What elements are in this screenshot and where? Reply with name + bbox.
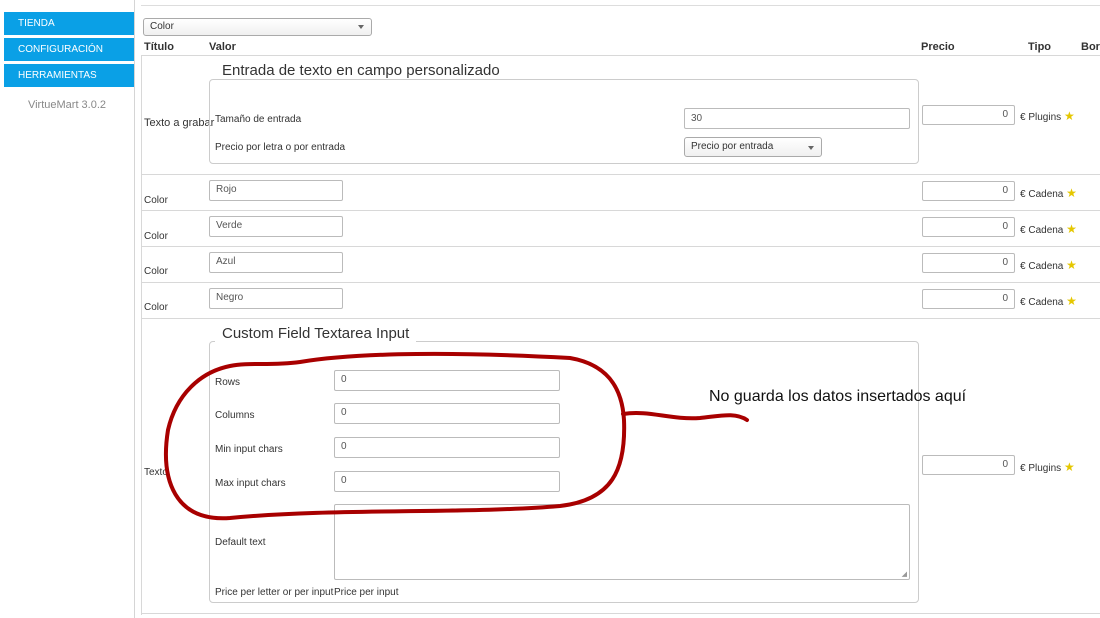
type-cell: € Cadena ★ <box>1020 258 1077 272</box>
price-input[interactable]: 0 <box>922 105 1015 125</box>
color-value-input[interactable]: Rojo <box>209 180 343 201</box>
header-valor: Valor <box>209 41 236 53</box>
color-value-input[interactable]: Negro <box>209 288 343 309</box>
custom-field-select-value: Color <box>150 21 174 32</box>
price-input[interactable]: 0 <box>922 455 1015 475</box>
color-value-input[interactable]: Azul <box>209 252 343 273</box>
chevron-down-icon <box>358 25 364 29</box>
sidebar-item-tienda[interactable]: TIENDA <box>4 12 134 35</box>
header-borrar: Borr <box>1081 41 1100 53</box>
resize-grip-icon[interactable]: ◢ <box>902 570 907 578</box>
chevron-down-icon <box>808 146 814 150</box>
currency-label: € <box>1020 261 1026 272</box>
min-chars-input[interactable]: 0 <box>334 437 560 458</box>
type-cell: € Plugins ★ <box>1020 109 1075 123</box>
currency-label: € <box>1020 112 1026 123</box>
min-chars-label: Min input chars <box>215 444 283 455</box>
price-mode-label: Price per letter or per input <box>215 587 334 598</box>
type-label: Plugins <box>1028 463 1062 474</box>
type-cell: € Cadena ★ <box>1020 222 1077 236</box>
max-chars-label: Max input chars <box>215 478 286 489</box>
type-label: Cadena <box>1028 297 1064 308</box>
type-cell: € Cadena ★ <box>1020 186 1077 200</box>
columns-label: Columns <box>215 410 255 421</box>
color-value-input[interactable]: Verde <box>209 216 343 237</box>
currency-label: € <box>1020 463 1026 474</box>
star-icon[interactable]: ★ <box>1066 258 1077 272</box>
type-cell: € Cadena ★ <box>1020 294 1077 308</box>
sidebar-item-herramientas[interactable]: HERRAMIENTAS <box>4 64 134 87</box>
star-icon[interactable]: ★ <box>1064 109 1075 123</box>
divider <box>141 55 142 615</box>
price-mode-value: Price per input <box>334 587 399 598</box>
divider <box>141 246 1100 247</box>
header-tipo: Tipo <box>1028 41 1052 53</box>
star-icon[interactable]: ★ <box>1066 186 1077 200</box>
row-title: Texto a grabar <box>144 117 215 129</box>
header-precio: Precio <box>921 41 955 53</box>
price-input[interactable]: 0 <box>922 217 1015 237</box>
size-input[interactable]: 30 <box>684 108 910 129</box>
star-icon[interactable]: ★ <box>1066 294 1077 308</box>
annotation-text: No guarda los datos insertados aquí <box>709 388 967 405</box>
price-input[interactable]: 0 <box>922 181 1015 201</box>
type-label: Cadena <box>1028 261 1064 272</box>
header-titulo: Título <box>144 41 174 53</box>
price-mode-select-value: Precio por entrada <box>691 141 774 152</box>
row-title: Color <box>144 302 168 313</box>
divider <box>141 174 1100 175</box>
divider <box>141 613 1100 614</box>
type-cell: € Plugins ★ <box>1020 460 1075 474</box>
size-label: Tamaño de entrada <box>215 114 302 125</box>
default-text-label: Default text <box>215 537 266 548</box>
default-text-textarea[interactable]: ◢ <box>334 504 910 580</box>
type-label: Cadena <box>1028 189 1064 200</box>
currency-label: € <box>1020 225 1026 236</box>
price-input[interactable]: 0 <box>922 289 1015 309</box>
row-title: Color <box>144 266 168 277</box>
rows-label: Rows <box>215 377 241 388</box>
custom-field-select[interactable]: Color <box>143 18 372 36</box>
custom-fields-panel: Color Título Valor Precio Tipo Borr Text… <box>141 0 1100 618</box>
sidebar-item-configuracion[interactable]: CONFIGURACIÓN <box>4 38 134 61</box>
currency-label: € <box>1020 189 1026 200</box>
star-icon[interactable]: ★ <box>1064 460 1075 474</box>
divider <box>141 282 1100 283</box>
price-mode-select[interactable]: Precio por entrada <box>684 137 822 157</box>
currency-label: € <box>1020 297 1026 308</box>
row-title: Texto <box>144 467 168 478</box>
divider <box>141 318 1100 319</box>
divider <box>141 55 1100 56</box>
fieldset-legend: Custom Field Textarea Input <box>215 325 417 342</box>
version-label: VirtueMart 3.0.2 <box>27 99 107 111</box>
divider <box>141 5 1100 6</box>
fieldset-legend: Entrada de texto en campo personalizado <box>215 62 507 79</box>
max-chars-input[interactable]: 0 <box>334 471 560 492</box>
row-title: Color <box>144 231 168 242</box>
type-label: Plugins <box>1028 112 1062 123</box>
sidebar: TIENDA CONFIGURACIÓN HERRAMIENTAS Virtue… <box>0 0 135 618</box>
rows-input[interactable]: 0 <box>334 370 560 391</box>
star-icon[interactable]: ★ <box>1066 222 1077 236</box>
columns-input[interactable]: 0 <box>334 403 560 424</box>
row-title: Color <box>144 195 168 206</box>
divider <box>141 210 1100 211</box>
type-label: Cadena <box>1028 225 1064 236</box>
price-mode-label: Precio por letra o por entrada <box>215 142 346 153</box>
price-input[interactable]: 0 <box>922 253 1015 273</box>
